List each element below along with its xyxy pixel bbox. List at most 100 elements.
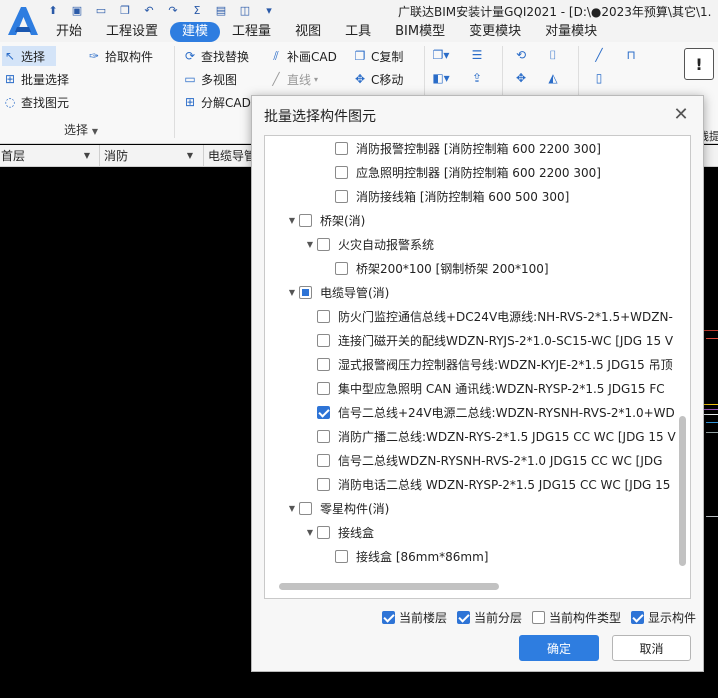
ruler-icon[interactable]: ◫ — [236, 2, 254, 18]
tab-6[interactable]: BIM模型 — [383, 22, 457, 42]
tree-item-checkbox[interactable] — [317, 429, 330, 443]
open-icon[interactable]: ▣ — [68, 2, 86, 18]
sum-icon[interactable]: Σ — [188, 2, 206, 18]
tree-item[interactable]: 桥架200*100 [钢制桥架 200*100] — [321, 257, 549, 279]
tab-7[interactable]: 变更模块 — [457, 22, 533, 42]
folder-icon[interactable]: ▭ — [92, 2, 110, 18]
multi-view-button[interactable]: ▭ 多视图 — [182, 69, 237, 89]
tree-item-checkbox[interactable] — [317, 525, 330, 539]
option-1[interactable]: 当前分层 — [457, 609, 522, 626]
upload-icon[interactable]: ⇪ — [468, 69, 486, 87]
tree-item[interactable]: 消防广播二总线:WDZN-RYS-2*1.5 JDG15 CC WC [JDG … — [303, 425, 676, 447]
expand-arrow-icon[interactable]: ▼ — [303, 528, 317, 537]
stack-icon[interactable]: ☰ — [468, 46, 486, 64]
doc-icon[interactable]: ▤ — [212, 2, 230, 18]
option-0[interactable]: 当前楼层 — [382, 609, 447, 626]
layer-icon[interactable]: ❐▾ — [432, 46, 450, 64]
expand-arrow-icon[interactable]: ▼ — [285, 504, 299, 513]
tree-item[interactable]: 湿式报警阀压力控制器信号线:WDZN-KYJE-2*1.5 JDG15 吊顶 — [303, 353, 673, 375]
tree-item[interactable]: 连接门磁开关的配线WDZN-RYJS-2*1.0-SC15-WC [JDG 15… — [303, 329, 673, 351]
expand-arrow-icon[interactable]: ▼ — [303, 240, 317, 249]
tree-item[interactable]: 防火门监控通信总线+DC24V电源线:NH-RVS-2*1.5+WDZN- — [303, 305, 673, 327]
tree-item[interactable]: 消防报警控制器 [消防控制箱 600 2200 300] — [321, 137, 601, 159]
tree-item[interactable]: ▼ 零星构件(消) — [285, 497, 389, 519]
floor-select[interactable]: 首层 ▼ — [0, 145, 94, 167]
c-move-button[interactable]: ✥ C移动 — [352, 69, 403, 89]
find-replace-button[interactable]: ⟳ 查找替换 — [182, 46, 249, 66]
ok-button[interactable]: 确定 — [519, 635, 599, 661]
tree-item-checkbox[interactable] — [335, 165, 348, 179]
option-checkbox[interactable] — [631, 610, 645, 624]
tree-item-checkbox[interactable] — [299, 213, 312, 227]
undo-icon[interactable]: ↶ — [140, 2, 158, 18]
move-cross-icon[interactable]: ✥ — [512, 69, 530, 87]
tree-item-checkbox[interactable] — [299, 501, 312, 515]
expand-arrow-icon[interactable]: ▼ — [285, 216, 299, 225]
tree-item-checkbox[interactable] — [317, 381, 330, 395]
tree-item-checkbox[interactable] — [299, 285, 312, 299]
tree-item-checkbox[interactable] — [317, 237, 330, 251]
tab-2[interactable]: 建模 — [170, 22, 221, 42]
tree-item-checkbox[interactable] — [317, 309, 330, 323]
tab-4[interactable]: 视图 — [283, 22, 333, 42]
batch-select-button[interactable]: ⊞ 批量选择 — [2, 69, 69, 89]
component-tree[interactable]: 消防报警控制器 [消防控制箱 600 2200 300] 应急照明控制器 [消防控… — [264, 135, 691, 599]
tree-item[interactable]: ▼ 电缆导管(消) — [285, 281, 389, 303]
c-copy-button[interactable]: ❐ C复制 — [352, 46, 404, 66]
tree-item-checkbox[interactable] — [335, 261, 348, 275]
break-icon[interactable]: ⌷ — [544, 46, 562, 64]
tree-item-checkbox[interactable] — [317, 333, 330, 347]
option-3[interactable]: 显示构件 — [631, 609, 696, 626]
close-icon[interactable]: ✕ — [669, 102, 693, 126]
decompose-cad-button[interactable]: ⊞ 分解CAD — [182, 92, 251, 112]
tree-item-checkbox[interactable] — [317, 453, 330, 467]
option-checkbox[interactable] — [457, 610, 471, 624]
batch-select-dialog: 批量选择构件图元 ✕ 消防报警控制器 [消防控制箱 600 2200 300] 应… — [251, 95, 704, 672]
option-checkbox[interactable] — [382, 610, 395, 624]
find-element-button[interactable]: ◌ 查找图元 — [2, 92, 69, 112]
mirror-icon[interactable]: ◭ — [544, 69, 562, 87]
tree-item[interactable]: ▼ 桥架(消) — [285, 209, 365, 231]
horizontal-scrollbar[interactable] — [279, 583, 499, 590]
tree-item[interactable]: 信号二总线+24V电源二总线:WDZN-RYSNH-RVS-2*1.0+WD — [303, 401, 675, 423]
discipline-select[interactable]: 消防 ▼ — [99, 145, 197, 167]
tab-1[interactable]: 工程设置 — [94, 22, 170, 42]
redo-icon[interactable]: ↷ — [164, 2, 182, 18]
rotate-icon[interactable]: ⟲ — [512, 46, 530, 64]
alert-icon[interactable]: ! — [684, 48, 714, 80]
tree-item[interactable]: ▼ 接线盒 — [303, 521, 374, 543]
tree-item-checkbox[interactable] — [335, 189, 348, 203]
tree-item[interactable]: 信号二总线WDZN-RYSNH-RVS-2*1.0 JDG15 CC WC [J… — [303, 449, 662, 471]
option-checkbox[interactable] — [532, 610, 546, 624]
tree-item-checkbox[interactable] — [335, 549, 348, 563]
cancel-button[interactable]: 取消 — [612, 635, 691, 661]
tree-item[interactable]: 应急照明控制器 [消防控制箱 600 2200 300] — [321, 161, 601, 183]
expand-arrow-icon[interactable]: ▼ — [285, 288, 299, 297]
pipe-line-icon[interactable]: ╱ — [590, 46, 608, 64]
supplement-cad-button[interactable]: ⫽ 补画CAD — [268, 46, 337, 66]
tree-item[interactable]: 集中型应急照明 CAN 通讯线:WDZN-RYSP-2*1.5 JDG15 FC — [303, 377, 665, 399]
device-icon[interactable]: ▯ — [590, 69, 608, 87]
bracket-icon[interactable]: ⊓ — [622, 46, 640, 64]
pick-component-button[interactable]: ✑ 拾取构件 — [86, 46, 153, 66]
tree-item-checkbox[interactable] — [317, 405, 330, 419]
tree-item-checkbox[interactable] — [335, 141, 348, 155]
line-button[interactable]: ╱ 直线 ▾ — [268, 69, 318, 89]
more-icon[interactable]: ▾ — [260, 2, 278, 18]
tab-0[interactable]: 开始 — [44, 22, 94, 42]
tab-5[interactable]: 工具 — [333, 22, 383, 42]
tree-item[interactable]: ▼ 火灾自动报警系统 — [303, 233, 434, 255]
fill-icon[interactable]: ◧▾ — [432, 69, 450, 87]
save-icon[interactable]: ⬆ — [44, 2, 62, 18]
tab-8[interactable]: 对量模块 — [533, 22, 609, 42]
tab-3[interactable]: 工程量 — [220, 22, 283, 42]
tree-item[interactable]: 消防电话二总线 WDZN-RYSP-2*1.5 JDG15 CC WC [JDG… — [303, 473, 670, 495]
tree-item-checkbox[interactable] — [317, 357, 330, 371]
tree-item-checkbox[interactable] — [317, 477, 330, 491]
tree-item[interactable]: 消防接线箱 [消防控制箱 600 500 300] — [321, 185, 569, 207]
tree-item[interactable]: 接线盒 [86mm*86mm] — [321, 545, 488, 567]
select-button[interactable]: ↖ 选择 — [2, 46, 56, 66]
option-2[interactable]: 当前构件类型 — [532, 609, 621, 626]
copy-icon[interactable]: ❐ — [116, 2, 134, 18]
vertical-scrollbar[interactable] — [679, 416, 686, 566]
